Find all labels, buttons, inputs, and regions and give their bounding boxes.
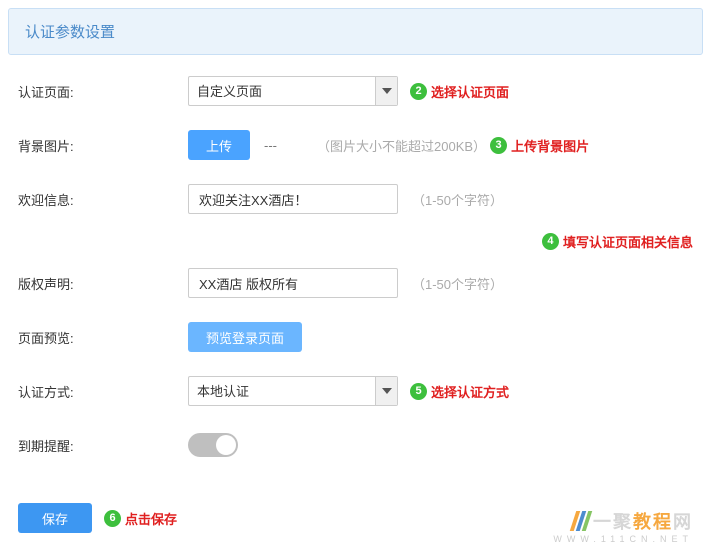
upload-button[interactable]: 上传 — [188, 130, 250, 160]
row-copyright: 版权声明: （1-50个字符） — [18, 267, 693, 299]
step-badge-6: 6 — [104, 510, 121, 527]
step-badge-4: 4 — [542, 233, 559, 250]
step-badge-3: 3 — [490, 137, 507, 154]
auth-page-select-input[interactable]: 自定义页面 — [188, 76, 398, 106]
annotation-3: 上传背景图片 — [511, 136, 589, 155]
label-auth-method: 认证方式: — [18, 382, 188, 401]
watermark-sub: WWW.111CN.NET — [553, 534, 693, 544]
welcome-hint: （1-50个字符） — [412, 190, 503, 209]
row-auth-method: 认证方式: 本地认证 5 选择认证方式 — [18, 375, 693, 407]
row-annotation-4: 4 填写认证页面相关信息 — [18, 225, 693, 257]
row-welcome: 欢迎信息: （1-50个字符） — [18, 183, 693, 215]
annotation-4: 填写认证页面相关信息 — [563, 232, 693, 251]
panel-header: 认证参数设置 — [8, 8, 703, 55]
row-expire: 到期提醒: — [18, 429, 693, 461]
label-expire: 到期提醒: — [18, 436, 188, 455]
expire-toggle[interactable] — [188, 433, 238, 457]
upload-filename: --- — [264, 138, 277, 153]
auth-method-select-input[interactable]: 本地认证 — [188, 376, 398, 406]
label-copyright: 版权声明: — [18, 274, 188, 293]
toggle-knob — [216, 435, 236, 455]
row-preview: 页面预览: 预览登录页面 — [18, 321, 693, 353]
annotation-2: 选择认证页面 — [431, 82, 509, 101]
step-badge-5: 5 — [410, 383, 427, 400]
copyright-input[interactable] — [188, 268, 398, 298]
save-button[interactable]: 保存 — [18, 503, 92, 533]
row-bg-image: 背景图片: 上传 --- （图片大小不能超过200KB） 3 上传背景图片 — [18, 129, 693, 161]
auth-page-select[interactable]: 自定义页面 — [188, 76, 398, 106]
label-welcome: 欢迎信息: — [18, 190, 188, 209]
step-badge-2: 2 — [410, 83, 427, 100]
label-bg-image: 背景图片: — [18, 136, 188, 155]
auth-method-select[interactable]: 本地认证 — [188, 376, 398, 406]
panel-title: 认证参数设置 — [25, 24, 115, 41]
label-preview: 页面预览: — [18, 328, 188, 347]
welcome-input[interactable] — [188, 184, 398, 214]
upload-hint: （图片大小不能超过200KB） — [317, 136, 486, 155]
watermark: 一聚教程网 — [573, 508, 693, 534]
watermark-bars-icon — [570, 511, 592, 531]
annotation-6: 点击保存 — [125, 509, 177, 528]
label-auth-page: 认证页面: — [18, 82, 188, 101]
preview-button[interactable]: 预览登录页面 — [188, 322, 302, 352]
row-auth-page: 认证页面: 自定义页面 2 选择认证页面 — [18, 75, 693, 107]
annotation-5: 选择认证方式 — [431, 382, 509, 401]
watermark-text: 一聚教程网 — [593, 508, 693, 534]
copyright-hint: （1-50个字符） — [412, 274, 503, 293]
